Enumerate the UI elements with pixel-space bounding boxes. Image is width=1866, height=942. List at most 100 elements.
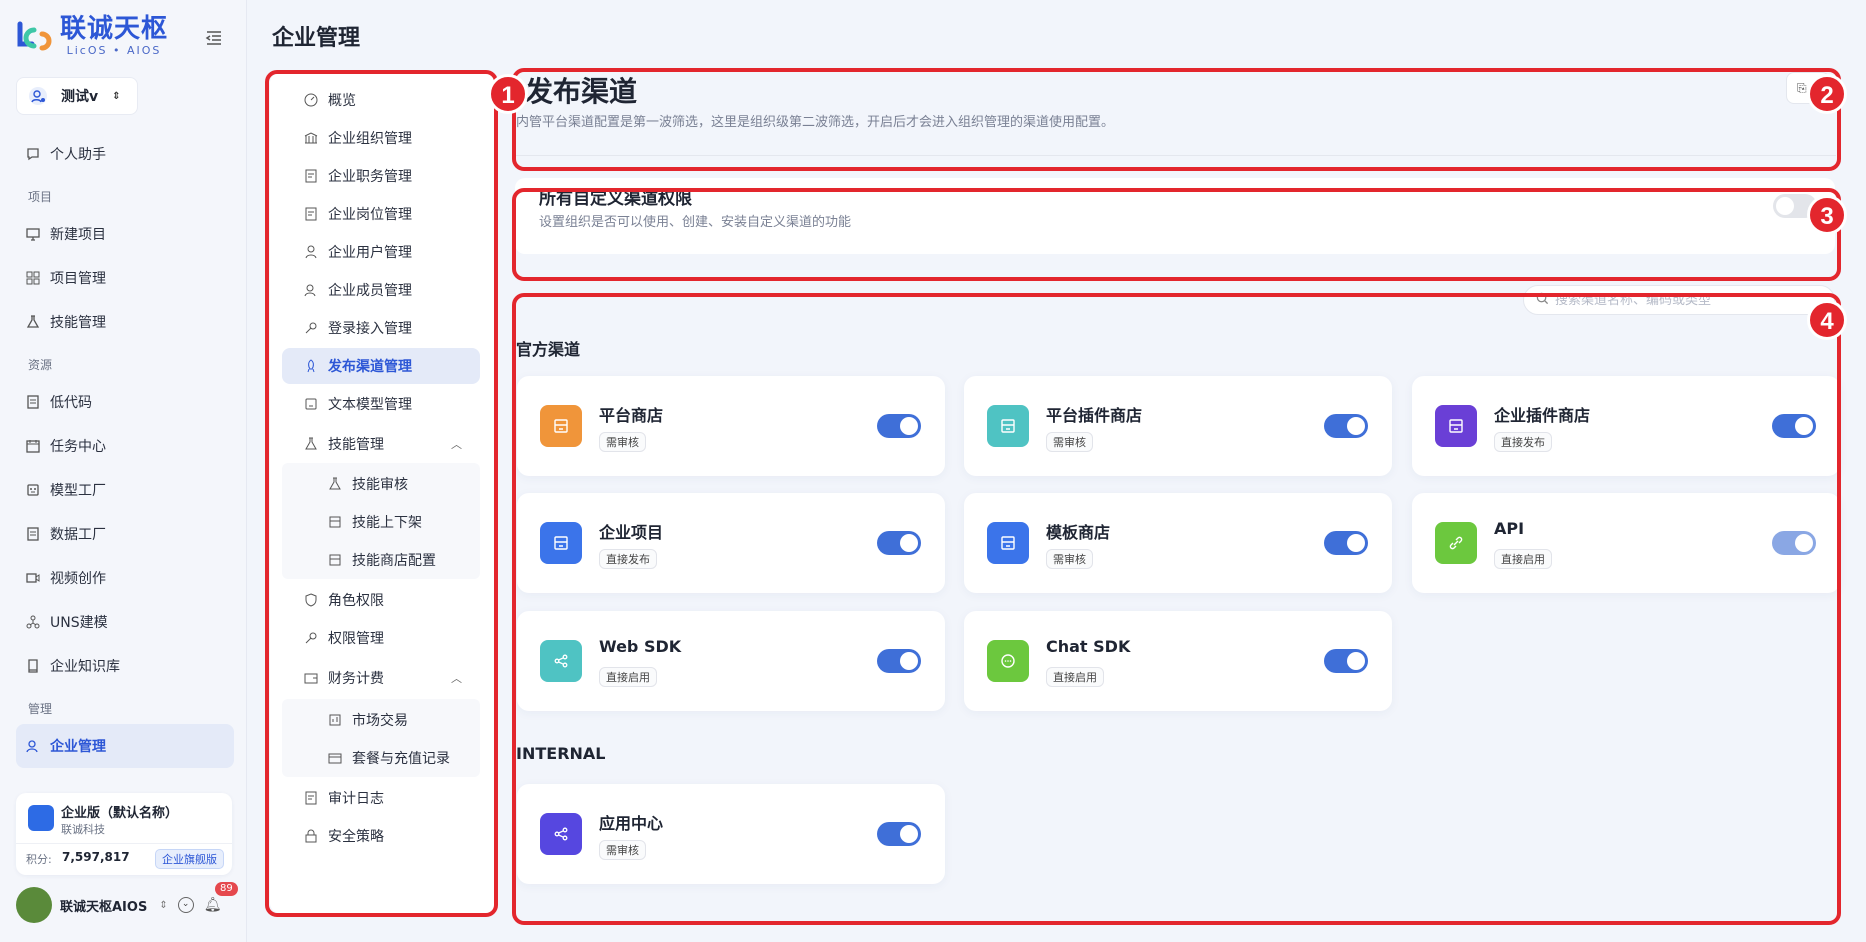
sub-nav-audit[interactable]: 审计日志 [282, 780, 480, 816]
nav-label: 技能管理 [50, 315, 106, 331]
bell-icon[interactable]: 🔔︎ [204, 897, 222, 913]
channel-toggle[interactable] [877, 822, 921, 846]
nav-section-resource: 资源 [28, 358, 53, 372]
enterprise-card[interactable]: 企业版（默认名称） 联诚科技 积分: 7,597,817 企业旗舰版 [16, 793, 232, 875]
sub-nav-label: 文本模型管理 [328, 397, 412, 413]
nav-item-uns[interactable]: UNS建模 [16, 600, 234, 644]
sub-nav-market[interactable]: 市场交易 [282, 702, 480, 738]
channel-card[interactable]: Chat SDK 直接启用 [964, 611, 1392, 711]
channel-toggle[interactable] [1324, 649, 1368, 673]
channel-card[interactable]: 平台商店 需审核 [517, 376, 945, 476]
annotation-marker: 2 [1807, 74, 1847, 114]
sub-nav-role[interactable]: 角色权限 [282, 582, 480, 618]
channel-toggle[interactable] [1772, 531, 1816, 555]
sub-nav-post[interactable]: 企业岗位管理 [282, 196, 480, 232]
sub-nav-label: 市场交易 [352, 713, 408, 729]
flask-icon [328, 477, 342, 491]
sub-nav-skill-review[interactable]: 技能审核 [282, 466, 480, 502]
logo-subtitle: LicOS • AIOS [66, 44, 162, 57]
channel-toggle[interactable] [877, 649, 921, 673]
nav-item-skill-mgmt[interactable]: 技能管理 [16, 300, 234, 344]
channel-card[interactable]: Web SDK 直接启用 [517, 611, 945, 711]
sub-nav-login[interactable]: 登录接入管理 [282, 310, 480, 346]
shield-icon [304, 593, 318, 607]
nav-label: 新建项目 [50, 227, 106, 243]
channel-card[interactable]: 企业项目 直接发布 [517, 493, 945, 593]
channel-toggle[interactable] [1772, 414, 1816, 438]
nav-section-manage: 管理 [28, 702, 53, 716]
channel-tag: 需审核 [1046, 432, 1093, 452]
nav-item-lowcode[interactable]: 低代码 [16, 380, 234, 424]
channel-card[interactable]: 平台插件商店 需审核 [964, 376, 1392, 476]
sub-nav-user[interactable]: 企业用户管理 [282, 234, 480, 270]
annotation-marker: 4 [1807, 300, 1847, 340]
sub-nav-label: 审计日志 [328, 791, 384, 807]
channel-card[interactable]: API 直接启用 [1412, 493, 1840, 593]
chevron-up-icon[interactable]: ︿ [451, 436, 462, 452]
updown-icon[interactable]: ⇕ [159, 900, 167, 911]
page-title: 企业管理 [272, 26, 361, 51]
nav-item-model-factory[interactable]: 模型工厂 [16, 468, 234, 512]
channel-card[interactable]: 应用中心 需审核 [517, 784, 945, 884]
link-icon [1435, 522, 1477, 564]
nav-item-data-factory[interactable]: 数据工厂 [16, 512, 234, 556]
nav-item-new-project[interactable]: 新建项目 [16, 212, 234, 256]
nav-item-task-center[interactable]: 任务中心 [16, 424, 234, 468]
channel-search[interactable] [1523, 285, 1835, 315]
store-icon [540, 522, 582, 564]
logo-title: 联诚天枢 [60, 14, 169, 44]
sub-nav-skill-store[interactable]: 技能商店配置 [282, 542, 480, 578]
channel-toggle[interactable] [877, 414, 921, 438]
search-input[interactable] [1555, 292, 1825, 308]
sub-nav-package[interactable]: 套餐与充值记录 [282, 740, 480, 776]
document-icon [26, 395, 40, 409]
workspace-name: 测试v [61, 89, 99, 105]
file-icon [304, 207, 318, 221]
store-icon [328, 515, 342, 529]
channel-name: 企业项目 [599, 523, 664, 542]
sub-nav-member[interactable]: 企业成员管理 [282, 272, 480, 308]
nav-item-assistant[interactable]: 个人助手 [16, 132, 234, 176]
sub-nav-duty[interactable]: 企业职务管理 [282, 158, 480, 194]
sub-nav-label: 技能商店配置 [352, 553, 436, 569]
chevron-up-icon[interactable]: ︿ [451, 670, 462, 686]
enterprise-avatar-icon [28, 805, 54, 831]
channel-name: API [1494, 519, 1525, 538]
nav-item-project-mgmt[interactable]: 项目管理 [16, 256, 234, 300]
sub-nav-channel[interactable]: 发布渠道管理 [282, 348, 480, 384]
channel-tag: 需审核 [1046, 549, 1093, 569]
sub-nav-label: 企业成员管理 [328, 283, 412, 299]
channel-tag: 直接发布 [1494, 432, 1552, 452]
channel-toggle[interactable] [1324, 531, 1368, 555]
monitor-icon [26, 227, 40, 241]
sub-nav-finance[interactable]: 财务计费 ︿ [282, 660, 480, 696]
workspace-switcher[interactable]: 测试v ⇕ [16, 77, 138, 115]
nav-item-enterprise[interactable]: 企业管理 [16, 724, 234, 768]
channel-card[interactable]: 模板商店 需审核 [964, 493, 1392, 593]
nav-section-project: 项目 [28, 190, 53, 204]
channel-card[interactable]: 企业插件商店 直接发布 [1412, 376, 1840, 476]
sub-nav-skill-shelf[interactable]: 技能上下架 [282, 504, 480, 540]
sub-nav-overview[interactable]: 概览 [282, 82, 480, 118]
sub-nav-label: 技能管理 [328, 437, 384, 453]
sub-nav-perm[interactable]: 权限管理 [282, 620, 480, 656]
user-row[interactable]: 联诚天枢AIOS ⇕ ⌄ 🔔︎ [16, 887, 236, 923]
sub-nav-text-model[interactable]: 文本模型管理 [282, 386, 480, 422]
nav-item-video[interactable]: 视频创作 [16, 556, 234, 600]
channel-toggle[interactable] [1324, 414, 1368, 438]
sub-nav-skill[interactable]: 技能管理 ︿ [282, 426, 480, 462]
group-title-internal: INTERNAL [516, 744, 606, 763]
collapse-sidebar-icon[interactable] [205, 30, 223, 46]
sub-nav-org[interactable]: 企业组织管理 [282, 120, 480, 156]
store-icon [328, 553, 342, 567]
sub-nav-label: 企业岗位管理 [328, 207, 412, 223]
channel-toggle[interactable] [877, 531, 921, 555]
sub-nav-security[interactable]: 安全策略 [282, 818, 480, 854]
nav-item-kb[interactable]: 企业知识库 [16, 644, 234, 688]
points-label: 积分: [26, 853, 52, 866]
key-icon [304, 321, 318, 335]
check-circle-icon[interactable]: ⌄ [177, 897, 194, 913]
sub-nav-label: 财务计费 [328, 671, 384, 687]
user-avatar[interactable] [16, 887, 52, 923]
flask-icon [26, 315, 40, 329]
